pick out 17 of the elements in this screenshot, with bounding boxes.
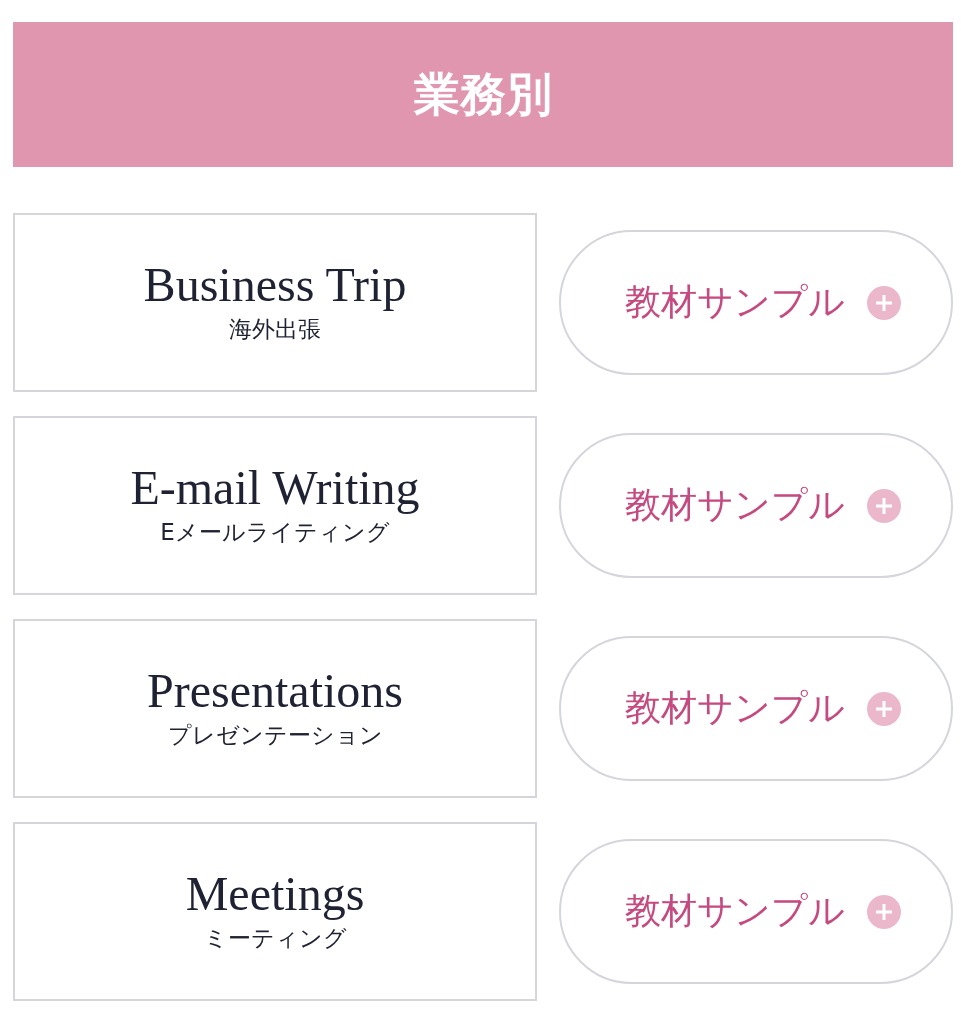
plus-icon	[867, 894, 901, 929]
plus-icon	[867, 488, 901, 523]
plus-icon	[867, 285, 901, 320]
topic-subtitle: ミーティング	[203, 924, 347, 954]
topic-subtitle: 海外出張	[229, 315, 321, 345]
sample-button[interactable]: 教材サンプル	[559, 230, 953, 375]
topic-title: E-mail Writing	[130, 462, 420, 514]
section-title: 業務別	[414, 65, 552, 123]
topic-subtitle: プレゼンテーション	[167, 721, 383, 751]
sample-button[interactable]: 教材サンプル	[559, 636, 953, 781]
sample-button[interactable]: 教材サンプル	[559, 433, 953, 578]
topic-title: Meetings	[185, 868, 365, 920]
sample-button[interactable]: 教材サンプル	[559, 839, 953, 984]
plus-icon	[867, 691, 901, 726]
topic-title: Presentations	[147, 665, 403, 717]
topic-title: Business Trip	[143, 259, 407, 311]
topic-subtitle: Eメールライティング	[160, 518, 390, 548]
